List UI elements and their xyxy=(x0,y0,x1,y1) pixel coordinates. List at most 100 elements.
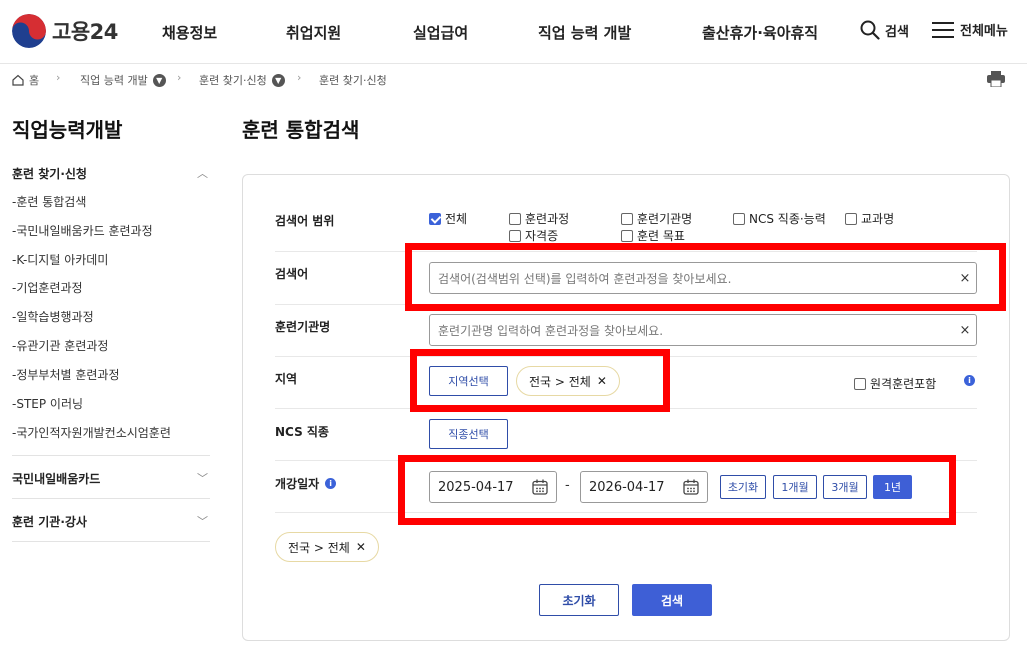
region-label: 지역 xyxy=(275,372,298,386)
checkbox-icon xyxy=(621,212,633,225)
scope-checkbox-ncs[interactable]: NCS 직종·능력 xyxy=(733,210,826,227)
divider xyxy=(275,460,977,461)
scope-checkbox-goal[interactable]: 훈련 목표 xyxy=(621,227,685,244)
institution-input[interactable]: 훈련기관명 입력하여 훈련과정을 찾아보세요. × xyxy=(429,314,977,346)
sidebar-item-integrated-search[interactable]: -훈련 통합검색 xyxy=(12,193,86,210)
search-button[interactable]: 검색 xyxy=(632,584,712,616)
divider xyxy=(12,541,210,542)
institution-label: 훈련기관명 xyxy=(275,320,331,334)
reset-button[interactable]: 초기화 xyxy=(539,584,619,616)
date-preset-3month-button[interactable]: 3개월 xyxy=(823,475,867,499)
start-date-value: 2025-04-17 xyxy=(438,479,514,495)
site-header: 고용24 채용정보 취업지원 실업급여 직업 능력 개발 출산휴가·육아휴직 검… xyxy=(0,0,1027,64)
checkbox-icon xyxy=(733,212,745,225)
info-icon[interactable]: i xyxy=(325,478,337,489)
selected-filter-label: 전국 > 전체 xyxy=(288,540,350,555)
start-date-label: 개강일자 xyxy=(275,477,320,491)
header-search-button[interactable]: 검색 xyxy=(860,20,909,40)
checkbox-icon xyxy=(621,229,633,242)
sidebar-item-work-study[interactable]: -일학습병행과정 xyxy=(12,308,94,325)
scope-checkbox-subject[interactable]: 교과명 xyxy=(845,210,894,227)
breadcrumb-item-1[interactable]: 직업 능력 개발 ▼ xyxy=(80,72,166,88)
sidebar-item-consortium[interactable]: -국가인적자원개발컨소시엄훈련 xyxy=(12,424,171,441)
ncs-select-button[interactable]: 직종선택 xyxy=(429,419,508,449)
checkbox-label: 전체 xyxy=(445,212,468,226)
calendar-icon[interactable] xyxy=(683,479,699,495)
nav-item-unemployment-benefit[interactable]: 실업급여 xyxy=(413,22,468,43)
keyword-input[interactable]: 검색어(검색범위 선택)를 입력하여 훈련과정을 찾아보세요. × xyxy=(429,262,977,294)
selected-filter-chip[interactable]: 전국 > 전체 ✕ xyxy=(275,532,379,562)
sidebar-group-training-search[interactable]: 훈련 찾기·신청 ︿ xyxy=(12,165,210,182)
checkbox-icon xyxy=(509,229,521,242)
date-preset-reset-button[interactable]: 초기화 xyxy=(720,475,766,499)
print-icon[interactable] xyxy=(987,71,1005,90)
sidebar-item-step-elearning[interactable]: -STEP 이러닝 xyxy=(12,395,83,412)
sidebar-item-k-digital-academy[interactable]: -K-디지털 아카데미 xyxy=(12,251,108,268)
checkbox-checked-icon xyxy=(429,212,441,225)
ncs-label: NCS 직종 xyxy=(275,425,329,439)
institution-placeholder: 훈련기관명 입력하여 훈련과정을 찾아보세요. xyxy=(438,323,664,338)
calendar-icon[interactable] xyxy=(532,479,548,495)
hamburger-icon xyxy=(932,21,954,38)
region-chip-label: 전국 > 전체 xyxy=(529,374,591,389)
sidebar-item-naeil-card-course[interactable]: -국민내일배움카드 훈련과정 xyxy=(12,222,153,239)
region-chip[interactable]: 전국 > 전체 ✕ xyxy=(516,366,620,396)
date-preset-1year-button[interactable]: 1년 xyxy=(873,475,912,499)
breadcrumb-item-3: 훈련 찾기·신청 xyxy=(319,72,387,88)
sidebar-group-label: 국민내일배움카드 xyxy=(12,472,101,486)
full-menu-button[interactable]: 전체메뉴 xyxy=(932,20,1008,39)
checkbox-label: 훈련과정 xyxy=(525,212,570,226)
logo[interactable]: 고용24 xyxy=(12,14,118,48)
sidebar-group-label: 훈련 기관·강사 xyxy=(12,515,87,529)
nav-item-vocational-training[interactable]: 직업 능력 개발 xyxy=(538,22,631,43)
breadcrumb-home[interactable]: 홈 xyxy=(12,72,39,88)
scope-checkbox-course[interactable]: 훈련과정 xyxy=(509,210,569,227)
search-icon xyxy=(860,20,880,40)
end-date-input[interactable]: 2026-04-17 xyxy=(580,471,708,503)
remote-training-checkbox[interactable]: 원격훈련포함 xyxy=(854,375,936,392)
sidebar-item-corporate-training[interactable]: -기업훈련과정 xyxy=(12,279,83,296)
sidebar-group-institution-instructor[interactable]: 훈련 기관·강사 ﹀ xyxy=(12,513,210,530)
clear-icon[interactable]: × xyxy=(954,271,976,286)
nav-item-employment-support[interactable]: 취업지원 xyxy=(286,22,341,43)
breadcrumb-item-label: 훈련 찾기·신청 xyxy=(319,74,387,87)
chevron-up-icon: ︿ xyxy=(197,167,208,180)
sidebar-group-naeil-card[interactable]: 국민내일배움카드 ﹀ xyxy=(12,470,210,487)
start-date-input[interactable]: 2025-04-17 xyxy=(429,471,557,503)
scope-checkbox-all[interactable]: 전체 xyxy=(429,210,467,227)
dropdown-icon[interactable]: ▼ xyxy=(271,73,285,87)
dropdown-icon[interactable]: ▼ xyxy=(152,73,166,87)
chevron-down-icon: ﹀ xyxy=(197,472,208,485)
info-icon[interactable]: i xyxy=(964,375,975,386)
nav-item-jobs[interactable]: 채용정보 xyxy=(162,22,217,43)
divider xyxy=(275,408,977,409)
header-search-label: 검색 xyxy=(885,24,909,40)
nav-item-parental-leave[interactable]: 출산휴가·육아휴직 xyxy=(702,22,818,43)
breadcrumb: 홈 › 직업 능력 개발 ▼ › 훈련 찾기·신청 ▼ › 훈련 찾기·신청 xyxy=(0,64,1027,94)
breadcrumb-item-2[interactable]: 훈련 찾기·신청 ▼ xyxy=(199,72,285,88)
keyword-label: 검색어 xyxy=(275,267,309,281)
close-icon[interactable]: ✕ xyxy=(597,374,607,388)
breadcrumb-home-label: 홈 xyxy=(29,74,40,87)
divider xyxy=(275,356,977,357)
breadcrumb-item-label: 훈련 찾기·신청 xyxy=(199,74,267,87)
taegeuk-logo-icon xyxy=(12,14,46,48)
end-date-value: 2026-04-17 xyxy=(589,479,665,495)
scope-checkbox-institution[interactable]: 훈련기관명 xyxy=(621,210,692,227)
keyword-placeholder: 검색어(검색범위 선택)를 입력하여 훈련과정을 찾아보세요. xyxy=(438,271,732,286)
clear-icon[interactable]: × xyxy=(954,323,976,338)
chevron-right-icon: › xyxy=(56,71,61,84)
checkbox-icon xyxy=(509,212,521,225)
region-select-button[interactable]: 지역선택 xyxy=(429,366,508,396)
checkbox-label: 훈련기관명 xyxy=(637,212,693,226)
scope-checkbox-certificate[interactable]: 자격증 xyxy=(509,227,558,244)
checkbox-icon xyxy=(854,377,866,390)
close-icon[interactable]: ✕ xyxy=(356,540,366,554)
start-date-label-group: 개강일자 i xyxy=(275,475,337,492)
sidebar-title: 직업능력개발 xyxy=(12,118,123,142)
sidebar-item-related-agency[interactable]: -유관기관 훈련과정 xyxy=(12,337,108,354)
checkbox-label: NCS 직종·능력 xyxy=(749,212,826,226)
sidebar-item-government-ministry[interactable]: -정부부처별 훈련과정 xyxy=(12,366,120,383)
date-preset-1month-button[interactable]: 1개월 xyxy=(773,475,817,499)
chevron-down-icon: ﹀ xyxy=(197,515,208,528)
